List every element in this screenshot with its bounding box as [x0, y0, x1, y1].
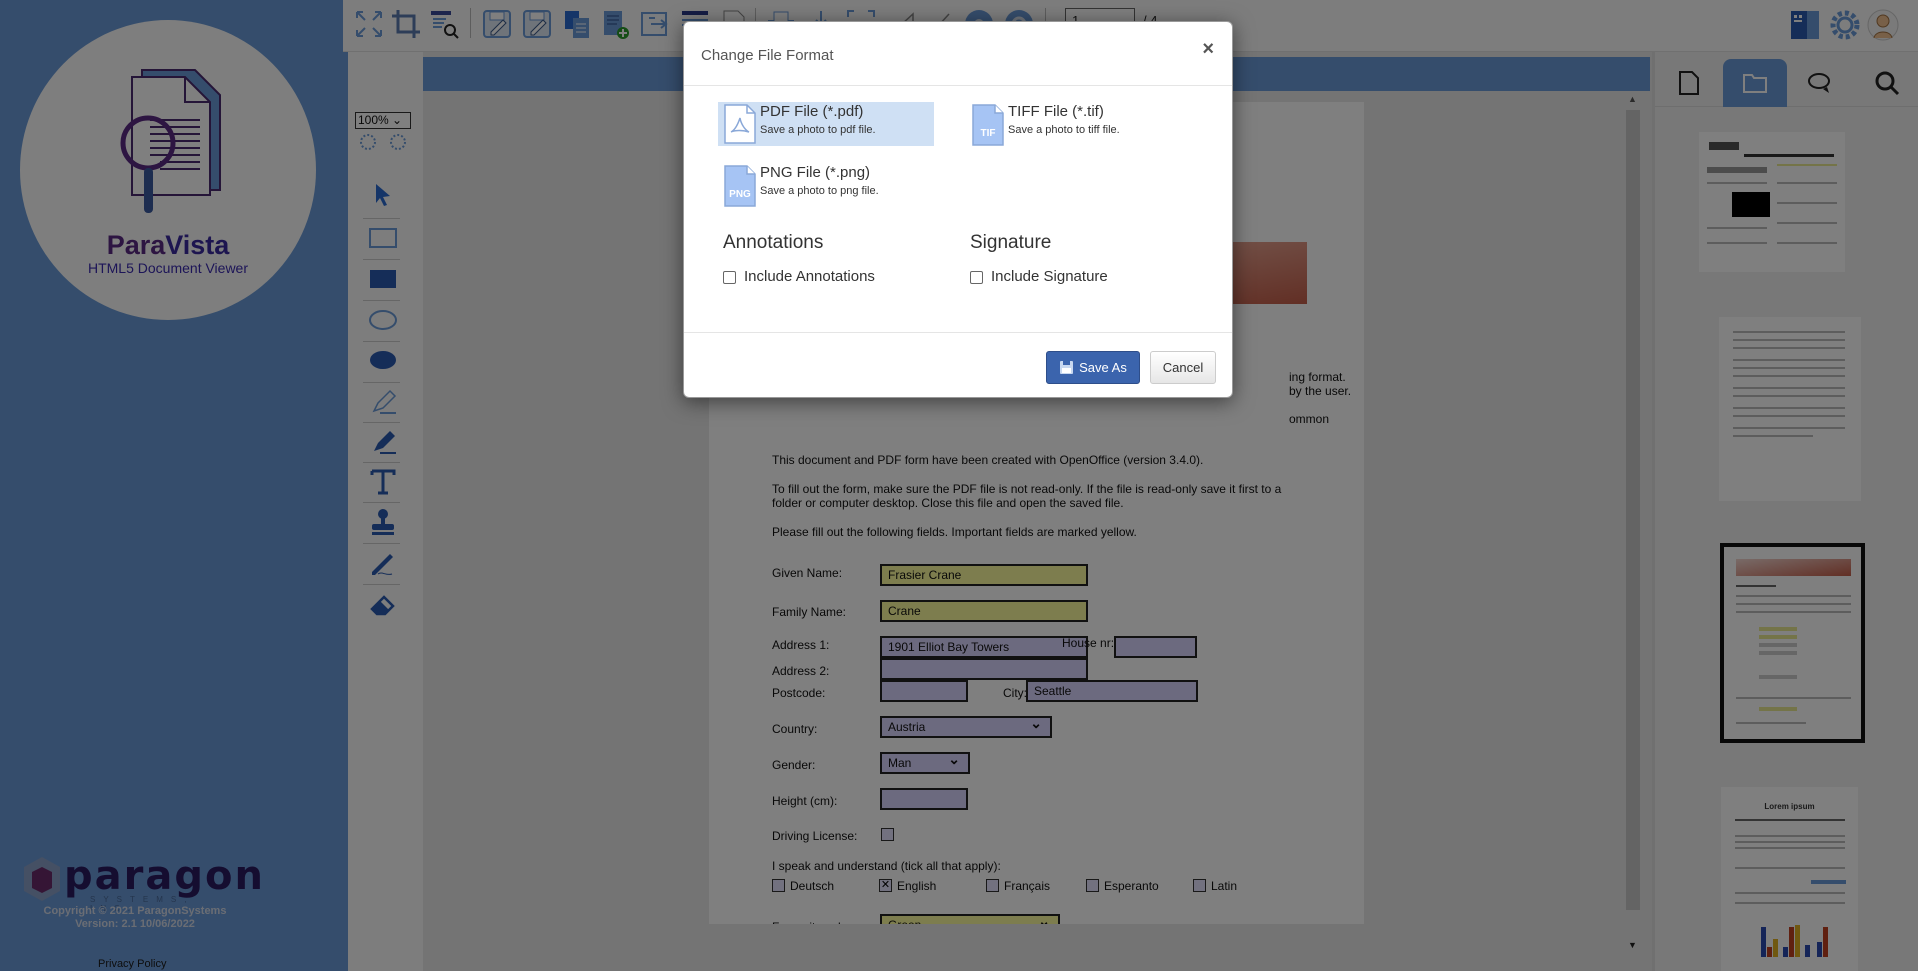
- format-option-tiff[interactable]: TIF TIFF File (*.tif) Save a photo to ti…: [966, 102, 1182, 146]
- include-signature-label[interactable]: Include Signature: [991, 268, 1108, 285]
- save-as-label: Save As: [1079, 360, 1127, 375]
- include-annotations-checkbox[interactable]: [723, 271, 736, 284]
- dialog-divider: [684, 332, 1232, 333]
- pdf-file-icon: [724, 104, 756, 144]
- svg-text:PNG: PNG: [729, 189, 751, 200]
- signature-heading: Signature: [970, 232, 1052, 253]
- include-annotations-label[interactable]: Include Annotations: [744, 268, 875, 285]
- dialog-divider: [684, 85, 1232, 86]
- close-button[interactable]: ×: [1202, 38, 1214, 61]
- annotations-heading: Annotations: [723, 232, 824, 253]
- format-name: PNG File (*.png): [760, 164, 871, 181]
- format-name: TIFF File (*.tif): [1008, 103, 1104, 120]
- cancel-button[interactable]: Cancel: [1150, 351, 1216, 384]
- app-root: ParaVista HTML5 Document Viewer paragon …: [0, 0, 1918, 971]
- png-file-icon: PNG: [724, 165, 756, 207]
- svg-text:TIF: TIF: [981, 128, 996, 139]
- format-description: Save a photo to pdf file.: [760, 124, 876, 136]
- include-signature-checkbox[interactable]: [970, 271, 983, 284]
- change-file-format-dialog: Change File Format × PDF File (*.pdf) Sa…: [683, 21, 1233, 398]
- format-name: PDF File (*.pdf): [760, 103, 864, 120]
- floppy-disk-icon: [1060, 361, 1074, 374]
- format-description: Save a photo to tiff file.: [1008, 124, 1120, 136]
- format-description: Save a photo to png file.: [760, 185, 879, 197]
- tiff-file-icon: TIF: [972, 104, 1004, 146]
- dialog-title: Change File Format: [701, 47, 834, 64]
- save-as-button[interactable]: Save As: [1046, 351, 1140, 384]
- format-option-png[interactable]: PNG PNG File (*.png) Save a photo to png…: [718, 163, 934, 207]
- format-option-pdf[interactable]: PDF File (*.pdf) Save a photo to pdf fil…: [718, 102, 934, 146]
